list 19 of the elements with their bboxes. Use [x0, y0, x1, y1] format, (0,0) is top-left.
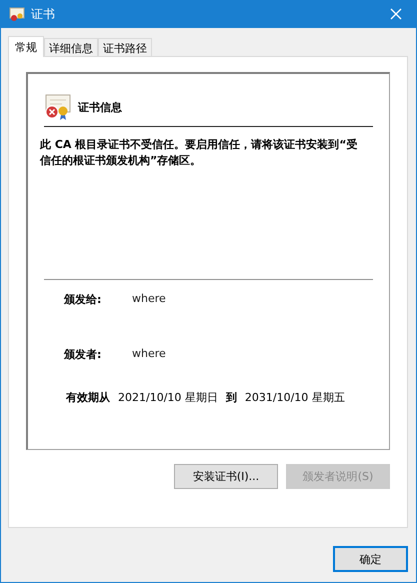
- field-value: 2031/10/10 星期五: [244, 390, 345, 405]
- tab[interactable]: 证书路径: [98, 38, 152, 56]
- field-label: 有效期从: [66, 390, 110, 405]
- field-value: where: [132, 292, 166, 307]
- field-label: 颁发给:: [64, 292, 102, 307]
- certificate-icon: [9, 6, 25, 22]
- tab[interactable]: 常规: [8, 36, 44, 57]
- field-label: 颁发者:: [64, 347, 102, 362]
- close-icon[interactable]: [390, 8, 402, 20]
- tab[interactable]: 详细信息: [44, 38, 98, 56]
- window-title: 证书: [31, 6, 56, 22]
- dialog-button[interactable]: 安装证书(I)...: [174, 464, 278, 489]
- field-value: where: [132, 347, 166, 362]
- field-label: 到: [226, 390, 237, 405]
- certificate-icon: [44, 94, 72, 120]
- field-value: 2021/10/10 星期日: [118, 390, 218, 405]
- trust-message: 此 CA 根目录证书不受信任。要启用信任，请将该证书安装到“受信任的根证书颁发机构”存储区。: [40, 137, 358, 169]
- section-heading: 证书信息: [78, 100, 122, 114]
- ok-button[interactable]: 确定: [333, 546, 408, 572]
